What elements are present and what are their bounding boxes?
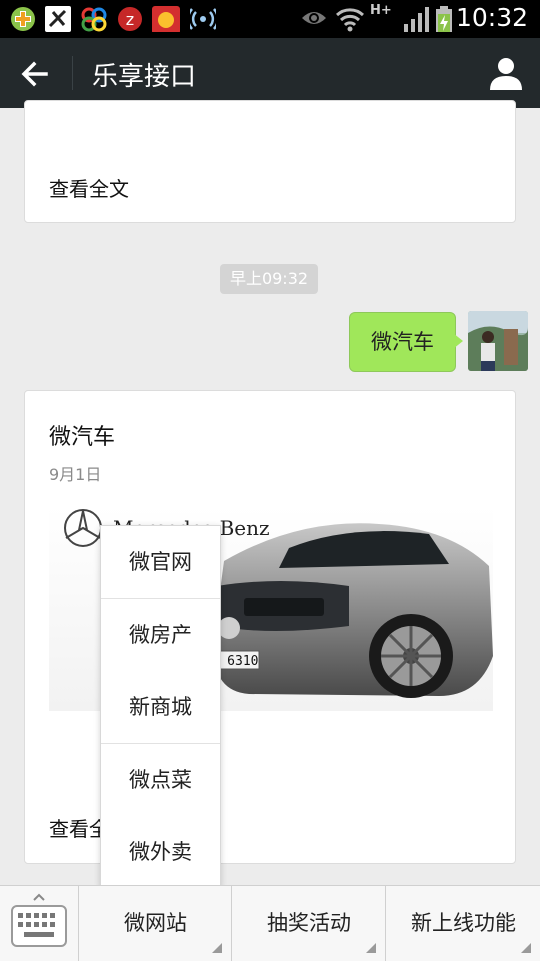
submenu-item-official-site[interactable]: 微官网 (101, 526, 220, 598)
clock: 10:32 (455, 3, 528, 32)
read-more-link[interactable]: 查看全文 (49, 173, 129, 202)
app-z-icon: z (118, 7, 142, 31)
message-timestamp: 早上09:32 (220, 264, 318, 294)
cell-signal-icon (404, 7, 429, 32)
menu-button-label: 微网站 (124, 911, 187, 935)
submenu-indicator (521, 943, 531, 953)
menu-button-new-features[interactable]: 新上线功能 (385, 886, 540, 961)
submenu-popup: 微官网 微房产 新商城 微点菜 微外卖 (100, 525, 221, 887)
menu-button-label: 抽奖活动 (267, 911, 351, 935)
submenu-indicator (366, 943, 376, 953)
app-plus-icon (11, 7, 35, 31)
top-article-card[interactable]: 查看全文 (24, 100, 516, 223)
battery-icon (436, 6, 452, 32)
menu-button-website[interactable]: 微网站 (78, 886, 232, 961)
wifi-icon (336, 8, 364, 32)
signal-icon (190, 8, 216, 30)
back-arrow-icon[interactable] (14, 52, 58, 96)
menu-button-label: 新上线功能 (411, 911, 516, 935)
avatar[interactable] (468, 311, 528, 371)
submenu-item-order-dishes[interactable]: 微点菜 (101, 744, 220, 816)
submenu-indicator (212, 943, 222, 953)
sent-message-bubble[interactable]: 微汽车 (349, 312, 456, 372)
submenu-item-new-mall[interactable]: 新商城 (101, 671, 220, 743)
app-red-icon (152, 6, 180, 32)
network-type: H+ (370, 3, 392, 18)
page-title: 乐享接口 (92, 62, 197, 92)
news-date: 9月1日 (49, 465, 102, 484)
eye-icon (302, 12, 326, 24)
status-bar: z H+ 10:32 (0, 0, 540, 38)
bubble-tail (453, 333, 463, 349)
app-loop-icon (81, 7, 107, 32)
menu-button-lottery[interactable]: 抽奖活动 (231, 886, 386, 961)
bottom-menu-bar: 微网站 抽奖活动 新上线功能 (0, 885, 540, 961)
news-card[interactable]: 微汽车 9月1日 A 6310 查看全文 (24, 390, 516, 864)
app-bar-divider (72, 56, 73, 90)
keyboard-icon[interactable] (0, 886, 78, 961)
app-bar: 乐享接口 (0, 38, 540, 108)
app-x-icon (45, 6, 71, 32)
submenu-item-takeout[interactable]: 微外卖 (101, 816, 220, 888)
news-title: 微汽车 (49, 425, 116, 450)
svg-text:z: z (126, 10, 134, 29)
submenu-item-real-estate[interactable]: 微房产 (101, 599, 220, 671)
person-icon[interactable] (484, 52, 528, 96)
